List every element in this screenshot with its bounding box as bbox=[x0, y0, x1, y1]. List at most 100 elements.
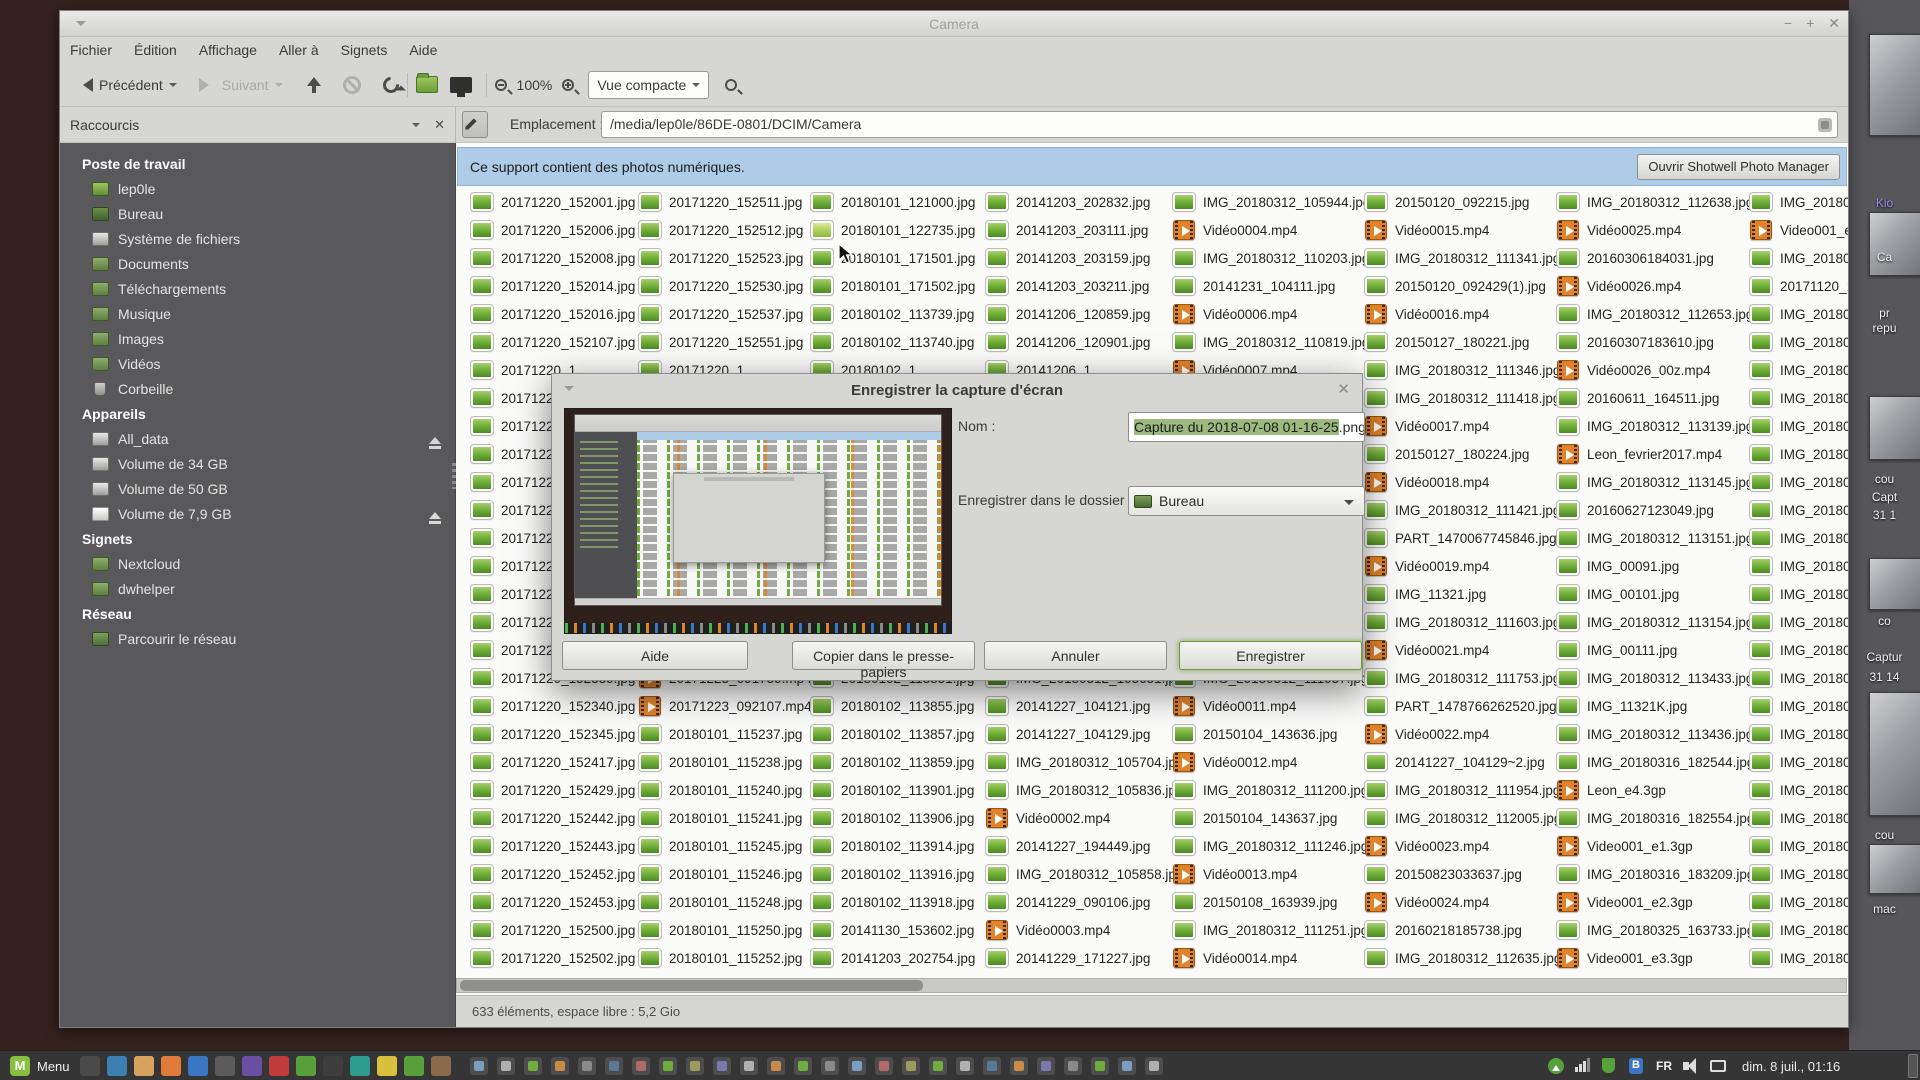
scrollbar-thumb[interactable] bbox=[460, 980, 923, 991]
taskbar-launcher-icon[interactable] bbox=[134, 1056, 154, 1076]
file-item[interactable]: 20180101_115252.jpg bbox=[639, 944, 802, 972]
file-item[interactable]: Vidéo0016.mp4 bbox=[1365, 300, 1489, 328]
bluetooth-icon[interactable]: B bbox=[1629, 1058, 1643, 1074]
file-item[interactable]: Video001_e4.3 bbox=[1750, 216, 1848, 244]
file-item[interactable]: IMG_20180312_111246.jpg bbox=[1173, 832, 1368, 860]
file-item[interactable]: IMG_2018040 bbox=[1750, 524, 1848, 552]
file-item[interactable]: Vidéo0018.mp4 bbox=[1365, 468, 1489, 496]
file-item[interactable]: IMG_20180325_163733.jpg bbox=[1557, 916, 1754, 944]
file-item[interactable]: IMG_20180312_105944.jpg bbox=[1173, 188, 1370, 216]
file-item[interactable]: Video001_e2.3gp bbox=[1557, 888, 1693, 916]
taskbar-window-button[interactable] bbox=[605, 1057, 623, 1075]
taskbar-window-button[interactable] bbox=[1010, 1057, 1028, 1075]
desktop-icon-label[interactable]: mac bbox=[1849, 902, 1920, 916]
file-item[interactable]: IMG_2018040 bbox=[1750, 804, 1848, 832]
desktop-icon-label[interactable]: 31 14 bbox=[1849, 670, 1920, 684]
up-button[interactable] bbox=[307, 73, 321, 96]
taskbar-launcher-icon[interactable] bbox=[269, 1056, 289, 1076]
file-item[interactable]: IMG_20180312_112638.jpg bbox=[1557, 188, 1753, 216]
file-item[interactable]: 20141203_203211.jpg bbox=[986, 272, 1149, 300]
file-item[interactable]: 20150127_180221.jpg bbox=[1365, 328, 1529, 356]
taskbar-launcher-icon[interactable] bbox=[431, 1056, 451, 1076]
file-item[interactable]: IMG_20180312_111421.jpg bbox=[1365, 496, 1560, 524]
menu-2[interactable]: Édition bbox=[134, 42, 177, 58]
taskbar-window-button[interactable] bbox=[794, 1057, 812, 1075]
taskbar-window-button[interactable] bbox=[524, 1057, 542, 1075]
file-item[interactable]: 20180102_113914.jpg bbox=[811, 832, 974, 860]
back-button[interactable]: Précédent bbox=[76, 77, 177, 93]
refresh-button[interactable] bbox=[379, 73, 402, 96]
taskbar-window-button[interactable] bbox=[929, 1057, 947, 1075]
file-item[interactable]: 20180101_171502.jpg bbox=[811, 272, 975, 300]
file-item[interactable]: 20141203_203159.jpg bbox=[986, 244, 1150, 272]
location-entry-icon[interactable] bbox=[1818, 118, 1832, 132]
file-item[interactable]: 20141227_104121.jpg bbox=[986, 692, 1150, 720]
desktop-photo-icon[interactable] bbox=[1869, 844, 1920, 894]
desktop-icon-label[interactable]: repu bbox=[1849, 321, 1920, 335]
taskbar-window-button[interactable] bbox=[686, 1057, 704, 1075]
file-item[interactable]: Vidéo0004.mp4 bbox=[1173, 216, 1297, 244]
taskbar-window-button[interactable] bbox=[578, 1057, 596, 1075]
mint-menu-button[interactable]: M Menu bbox=[4, 1054, 76, 1078]
file-item[interactable]: IMG_20180312_111341.jpg bbox=[1365, 244, 1560, 272]
show-desktop-button[interactable] bbox=[1908, 1054, 1918, 1078]
file-item[interactable]: 20180101_115240.jpg bbox=[639, 776, 802, 804]
taskbar-window-button[interactable] bbox=[659, 1057, 677, 1075]
file-item[interactable]: 20171220_152345.jpg bbox=[471, 720, 635, 748]
file-item[interactable]: IMG_2018040 bbox=[1750, 860, 1848, 888]
desktop-photo-icon[interactable] bbox=[1869, 34, 1920, 136]
file-item[interactable]: IMG_20180312_110203.jpg bbox=[1173, 244, 1369, 272]
file-item[interactable]: 20180102_113918.jpg bbox=[811, 888, 974, 916]
file-item[interactable]: IMG_20180312_111954.jpg bbox=[1365, 776, 1560, 804]
file-item[interactable]: 20180101_115250.jpg bbox=[639, 916, 802, 944]
sidebar-item[interactable]: All_data bbox=[60, 426, 455, 451]
desktop-icon-label[interactable]: Ca bbox=[1849, 250, 1920, 264]
file-item[interactable]: IMG_20180312_105704.jpg bbox=[986, 748, 1183, 776]
sidebar-item[interactable]: Système de fichiers bbox=[60, 226, 455, 251]
file-item[interactable]: IMG_2018040 bbox=[1750, 832, 1848, 860]
taskbar-window-button[interactable] bbox=[848, 1057, 866, 1075]
file-item[interactable]: 20171220_152512.jpg bbox=[639, 216, 803, 244]
taskbar-launcher-icon[interactable] bbox=[161, 1056, 181, 1076]
file-item[interactable]: 20141229_171227.jpg bbox=[986, 944, 1150, 972]
network-signal-icon[interactable] bbox=[1575, 1058, 1590, 1072]
desktop-photo-icon[interactable] bbox=[1869, 396, 1920, 460]
sidebar-item[interactable]: Volume de 34 GB bbox=[60, 451, 455, 476]
file-item[interactable]: IMG_20180316_182554.jpg bbox=[1557, 804, 1754, 832]
volume-icon[interactable] bbox=[1683, 1058, 1689, 1066]
taskbar-window-button[interactable] bbox=[632, 1057, 650, 1075]
file-item[interactable]: Vidéo0013.mp4 bbox=[1173, 860, 1297, 888]
zoom-out-button[interactable] bbox=[495, 79, 507, 91]
desktop-photo-icon[interactable] bbox=[1869, 212, 1920, 276]
home-button[interactable] bbox=[416, 76, 438, 93]
file-item[interactable]: 20171220_152340.jpg bbox=[471, 692, 635, 720]
file-item[interactable]: Vidéo0012.mp4 bbox=[1173, 748, 1297, 776]
file-item[interactable]: IMG_2018040 bbox=[1750, 496, 1848, 524]
file-item[interactable]: IMG_2018040 bbox=[1750, 328, 1848, 356]
file-item[interactable]: 20171220_152551.jpg bbox=[639, 328, 803, 356]
file-item[interactable]: IMG_2018040 bbox=[1750, 412, 1848, 440]
desktop-icon-label[interactable]: cou bbox=[1849, 828, 1920, 842]
sidebar-item[interactable]: dwhelper bbox=[60, 576, 455, 601]
search-icon[interactable] bbox=[725, 79, 737, 91]
file-item[interactable]: 20141227_194449.jpg bbox=[986, 832, 1150, 860]
file-item[interactable]: 20171220_152523.jpg bbox=[639, 244, 803, 272]
file-item[interactable]: 20150127_180224.jpg bbox=[1365, 440, 1529, 468]
sidebar-item[interactable]: Bureau bbox=[60, 201, 455, 226]
sidebar-item[interactable]: Images bbox=[60, 326, 455, 351]
cancel-button[interactable]: Annuler bbox=[984, 641, 1167, 670]
folder-select[interactable]: Bureau bbox=[1128, 486, 1365, 516]
file-item[interactable]: Video001_e3.3gp bbox=[1557, 944, 1693, 972]
file-item[interactable]: Vidéo0006.mp4 bbox=[1173, 300, 1297, 328]
upload-icon[interactable] bbox=[1548, 1058, 1564, 1074]
taskbar-window-button[interactable] bbox=[1064, 1057, 1082, 1075]
file-item[interactable]: IMG_20180312_111251.jpg bbox=[1173, 916, 1368, 944]
taskbar-window-button[interactable] bbox=[1091, 1057, 1109, 1075]
file-item[interactable]: 20141203_203111.jpg bbox=[986, 216, 1148, 244]
file-item[interactable]: 20141203_202754.jpg bbox=[811, 944, 975, 972]
file-item[interactable]: Vidéo0026.mp4 bbox=[1557, 272, 1681, 300]
shield-icon[interactable] bbox=[1602, 1058, 1615, 1073]
file-item[interactable]: 20171220_152429.jpg bbox=[471, 776, 635, 804]
taskbar-window-button[interactable] bbox=[875, 1057, 893, 1075]
sidebar-item[interactable]: Vidéos bbox=[60, 351, 455, 376]
